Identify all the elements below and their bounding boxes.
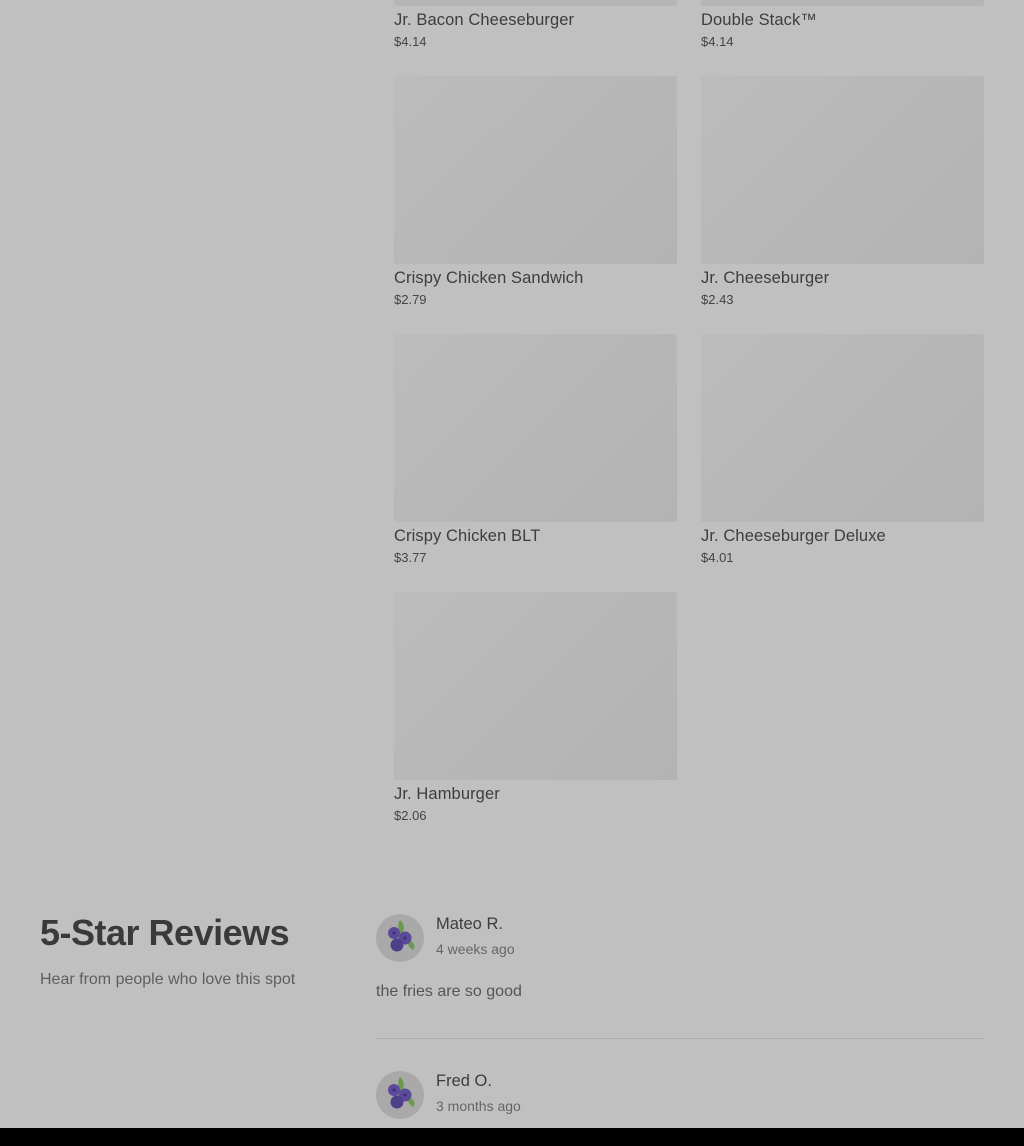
menu-item-price: $3.77 — [394, 550, 427, 565]
menu-item-image[interactable] — [701, 334, 984, 522]
menu-item-image[interactable] — [701, 0, 984, 6]
menu-item-image[interactable] — [394, 0, 677, 6]
menu-item[interactable]: Double Stack™ $4.14 — [701, 0, 984, 76]
review-text: the fries are so good — [376, 983, 522, 1000]
menu-item-image[interactable] — [701, 76, 984, 264]
menu-item-image[interactable] — [394, 76, 677, 264]
menu-item-name: Jr. Cheeseburger Deluxe — [701, 527, 886, 545]
menu-item[interactable]: Jr. Hamburger $2.06 — [394, 592, 677, 850]
menu-item[interactable]: Jr. Cheeseburger Deluxe $4.01 — [701, 334, 984, 592]
menu-item-name: Jr. Hamburger — [394, 785, 500, 803]
menu-item-price: $2.06 — [394, 808, 427, 823]
menu-item-name: Crispy Chicken BLT — [394, 527, 541, 545]
menu-item-price: $4.01 — [701, 550, 734, 565]
menu-item-price: $2.79 — [394, 292, 427, 307]
reviews-heading: 5-Star Reviews — [40, 912, 290, 953]
menu-item[interactable]: Crispy Chicken Sandwich $2.79 — [394, 76, 677, 334]
menu-item-name: Jr. Bacon Cheeseburger — [394, 11, 575, 29]
menu-item[interactable]: Jr. Bacon Cheeseburger $4.14 — [394, 0, 677, 76]
review-divider — [376, 1038, 984, 1039]
reviewer-avatar — [376, 914, 424, 962]
menu-item-name: Double Stack™ — [701, 11, 817, 29]
menu-item-image[interactable] — [394, 592, 677, 780]
menu-item-price: $4.14 — [701, 34, 734, 49]
menu-item[interactable]: Jr. Cheeseburger $2.43 — [701, 76, 984, 334]
bottom-bar — [0, 1128, 1024, 1146]
menu-item-price: $4.14 — [394, 34, 427, 49]
review-timestamp: 3 months ago — [436, 1098, 521, 1114]
reviewer-name: Mateo R. — [436, 915, 503, 933]
reviews-subheading: Hear from people who love this spot — [40, 971, 296, 988]
menu-items-grid: Jr. Bacon Cheeseburger $4.14 Double Stac… — [394, 0, 984, 850]
blueberry-icon — [388, 1077, 415, 1109]
menu-item-name: Jr. Cheeseburger — [701, 269, 830, 287]
menu-item-image[interactable] — [394, 334, 677, 522]
reviewer-avatar — [376, 1071, 424, 1119]
blueberry-icon — [388, 920, 415, 952]
reviewer-name: Fred O. — [436, 1072, 492, 1090]
review-timestamp: 4 weeks ago — [436, 941, 515, 957]
menu-item[interactable]: Crispy Chicken BLT $3.77 — [394, 334, 677, 592]
menu-item-price: $2.43 — [701, 292, 734, 307]
menu-item-name: Crispy Chicken Sandwich — [394, 269, 584, 287]
